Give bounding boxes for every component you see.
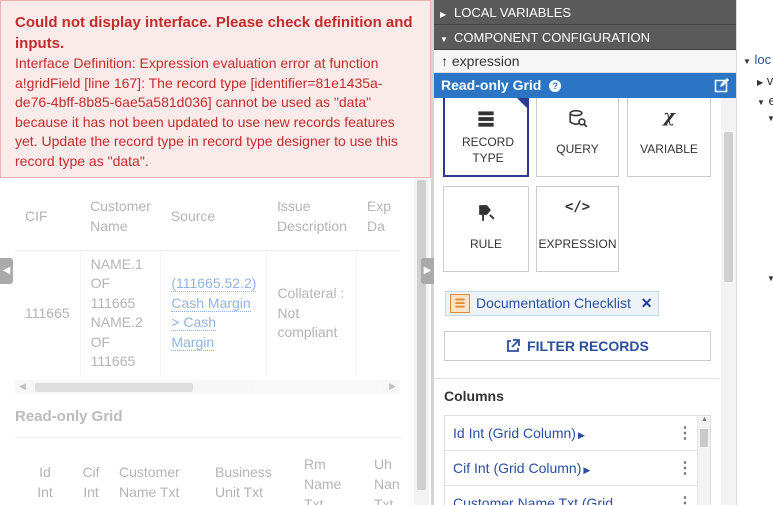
col-header-source: Source xyxy=(160,182,267,251)
caret-right-icon: ▶ xyxy=(583,465,591,475)
query-icon xyxy=(569,109,588,128)
scroll-up-icon[interactable]: ▲ xyxy=(701,416,708,423)
rule-tile[interactable]: RULE xyxy=(443,186,529,272)
source-link[interactable]: (111665.52.2) Cash Margin > Cash Margin xyxy=(171,275,257,351)
panel-vertical-scrollbar[interactable] xyxy=(721,98,736,505)
col-header-cif: CIF xyxy=(15,182,81,251)
cell-cif: 111665 xyxy=(15,250,81,376)
expand-right-icon[interactable]: ▶ xyxy=(421,258,434,284)
remove-icon[interactable]: ✕ xyxy=(641,295,653,311)
grid2-col-customer-name: Customer Name Txt xyxy=(119,464,180,500)
record-type-tile[interactable]: RECORD TYPE xyxy=(443,98,529,177)
error-message: Interface Definition: Expression evaluat… xyxy=(15,55,398,169)
columns-title: Columns xyxy=(444,388,504,404)
configuration-panel: ▶ LOCAL VARIABLES ▼ COMPONENT CONFIGURATIO… xyxy=(434,0,736,505)
more-options-icon[interactable]: ⋮ xyxy=(677,451,693,486)
scrollbar-thumb[interactable] xyxy=(724,132,733,282)
cell-customer-name: NAME.1 OF 111665 NAME.2 OF 111665 xyxy=(80,250,162,376)
help-icon[interactable]: ? xyxy=(549,80,562,92)
expression-link[interactable]: ↑ expression xyxy=(434,50,736,73)
grid2-col-uh-name: Uh Nan Txt xyxy=(374,456,400,505)
expand-icon: ▶ xyxy=(440,10,447,19)
collapse-icon[interactable]: ▼ xyxy=(743,57,751,66)
component-title-bar: Read-only Grid ? xyxy=(434,73,736,98)
tree-row[interactable]: ▶ v xyxy=(757,73,773,88)
expression-tile[interactable]: </> EXPRESSION xyxy=(536,186,619,272)
col-header-issue-description: Issue Description xyxy=(266,182,357,251)
record-type-icon xyxy=(478,111,494,127)
columns-list: Id Int (Grid Column) ▶ ⋮ Cif Int (Grid Co… xyxy=(444,415,711,505)
query-tile[interactable]: QUERY xyxy=(536,98,619,177)
more-options-icon[interactable]: ⋮ xyxy=(677,416,693,451)
variable-tile[interactable]: χ VARIABLE xyxy=(627,98,711,177)
caret-right-icon: ▶ xyxy=(577,430,585,440)
expand-icon[interactable]: ▶ xyxy=(757,78,763,87)
collapse-icon: ▼ xyxy=(440,35,448,44)
divider xyxy=(434,378,719,379)
grid-horizontal-scrollbar[interactable]: ◀ ▶ xyxy=(15,380,400,394)
column-item[interactable]: Cif Int (Grid Column) ▶ ⋮ xyxy=(445,451,697,486)
rule-icon xyxy=(479,205,495,221)
tree-row[interactable]: ▼ e xyxy=(757,93,773,108)
code-icon: </> xyxy=(564,199,591,215)
panel-content: RECORD TYPE QUERY χ VARIABLE RULE </> EX… xyxy=(434,98,736,505)
col-header-exp-date: Exp Da xyxy=(356,182,400,251)
scrollbar-thumb[interactable] xyxy=(417,180,426,490)
selected-record-name[interactable]: Documentation Checklist xyxy=(476,295,631,311)
tree-row[interactable]: ▼ loc xyxy=(743,52,771,67)
collapse-left-icon[interactable]: ◀ xyxy=(0,258,13,284)
more-options-icon[interactable]: ⋮ xyxy=(677,486,693,505)
grid2-col-rm-name: Rm Name Txt xyxy=(304,456,342,505)
collapse-icon[interactable]: ▼ xyxy=(767,274,773,283)
selected-record-type-chip[interactable]: Documentation Checklist ✕ xyxy=(445,291,660,316)
cell-issue: Collateral : Not compliant xyxy=(266,250,358,376)
grid2-col-id: Id Int xyxy=(37,464,53,500)
grid2-col-cif: Cif Int xyxy=(82,464,100,500)
scrollbar-thumb[interactable] xyxy=(35,383,193,392)
external-link-icon xyxy=(507,339,521,352)
record-type-icon xyxy=(450,294,470,313)
component-configuration-header[interactable]: ▼ COMPONENT CONFIGURATION xyxy=(434,25,736,50)
expression-tree: ▼ loc ▶ v ▼ e ▼ ▼ xyxy=(736,0,773,505)
error-banner: Could not display interface. Please chec… xyxy=(0,0,431,178)
grid2-col-business-unit: Business Unit Txt xyxy=(215,464,272,500)
variable-icon: χ xyxy=(663,106,675,127)
interface-designer: Could not display interface. Please chec… xyxy=(0,0,773,505)
scroll-right-icon[interactable]: ▶ xyxy=(389,381,396,392)
column-item[interactable]: Customer Name Txt (Grid ⋮ xyxy=(445,486,697,505)
component-title: Read-only Grid xyxy=(441,77,542,93)
preview-grid-2: Id Int Cif Int Customer Name Txt Busines… xyxy=(15,437,403,505)
error-title: Could not display interface. Please chec… xyxy=(15,14,413,52)
preview-grid-1: CIF Customer Name Source Issue Descripti… xyxy=(15,182,400,392)
columns-scrollbar[interactable]: ▲ xyxy=(697,416,710,505)
local-variables-header[interactable]: ▶ LOCAL VARIABLES xyxy=(434,0,736,25)
collapse-icon[interactable]: ▼ xyxy=(757,98,765,107)
grid-2-label: Read-only Grid xyxy=(15,408,123,425)
edit-icon[interactable] xyxy=(714,77,730,93)
collapse-icon[interactable]: ▼ xyxy=(767,114,773,123)
filter-records-button[interactable]: FILTER RECORDS xyxy=(444,331,711,361)
scroll-left-icon[interactable]: ◀ xyxy=(19,381,26,392)
scrollbar-thumb[interactable] xyxy=(700,429,708,447)
parent-arrow-icon: ↑ xyxy=(441,53,448,69)
preview-canvas: Could not display interface. Please chec… xyxy=(0,0,431,505)
column-item[interactable]: Id Int (Grid Column) ▶ ⋮ xyxy=(445,416,697,451)
canvas-vertical-scrollbar[interactable] xyxy=(414,178,429,505)
col-header-customer-name: Customer Name xyxy=(80,182,161,251)
